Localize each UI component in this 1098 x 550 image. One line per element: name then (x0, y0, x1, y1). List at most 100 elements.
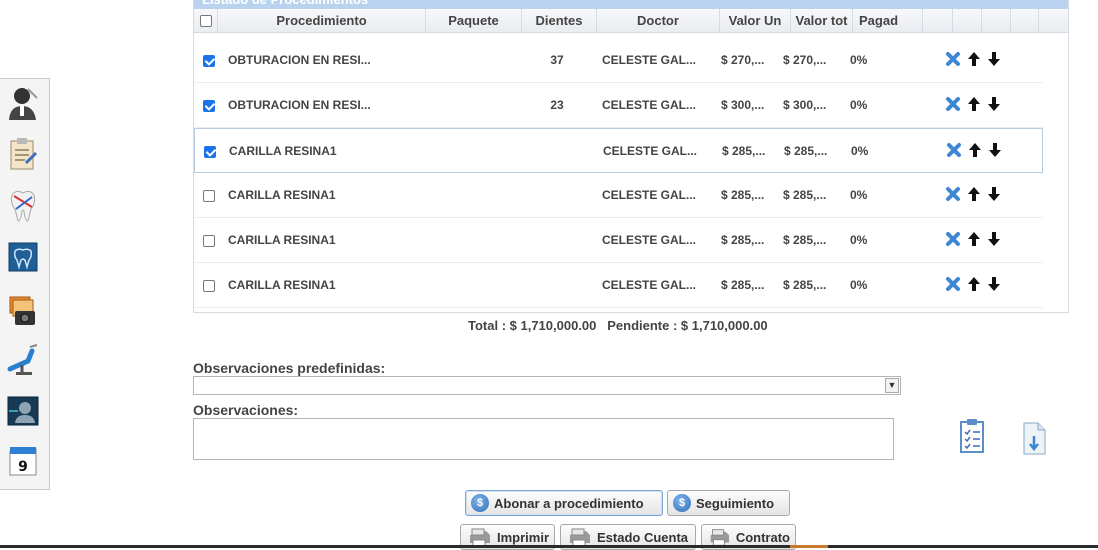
calendar-icon[interactable]: 9 (6, 443, 40, 479)
row-valor-tot: $ 285,... (783, 233, 827, 247)
observations-textarea[interactable] (193, 418, 894, 460)
row-valor-tot: $ 285,... (784, 144, 828, 158)
move-up-icon[interactable] (967, 231, 981, 247)
row-checkbox-cell (203, 263, 219, 308)
row-checkbox-cell (203, 173, 219, 218)
move-down-icon[interactable] (987, 51, 1001, 67)
row-checkbox-cell (203, 38, 219, 83)
move-down-icon[interactable] (987, 186, 1001, 202)
delete-icon[interactable] (945, 96, 961, 112)
row-doctor: CELESTE GAL... (602, 278, 697, 292)
totals-text: Total : $ 1,710,000.00 Pendiente : $ 1,7… (468, 318, 768, 333)
xray-icon[interactable] (6, 393, 40, 429)
row-doctor: CELESTE GAL... (602, 53, 697, 67)
row-valor-un: $ 285,... (722, 144, 766, 158)
delete-icon[interactable] (945, 276, 961, 292)
checklist-document-icon[interactable] (958, 418, 988, 459)
select-all-cell (194, 9, 218, 33)
download-document-icon[interactable] (1020, 420, 1050, 461)
col-paquete[interactable]: Paquete (426, 9, 522, 33)
col-valor-tot[interactable]: Valor tot (791, 9, 853, 33)
move-up-icon[interactable] (967, 276, 981, 292)
procedures-panel: Listado de Procedimientos Procedimiento … (193, 0, 1069, 313)
row-procedimiento: CARILLA RESINA1 (228, 278, 336, 292)
row-valor-tot: $ 300,... (783, 98, 827, 112)
table-row[interactable]: OBTURACION EN RESI... 23 CELESTE GAL... $ 3… (194, 83, 1043, 128)
table-row[interactable]: CARILLA RESINA1 CELESTE GAL... $ 285,... $ … (194, 263, 1043, 308)
delete-icon[interactable] (945, 186, 961, 202)
row-paquete (435, 129, 525, 174)
row-pagado: 0% (850, 98, 868, 112)
row-valor-un: $ 285,... (721, 278, 765, 292)
row-valor-tot: $ 285,... (783, 188, 827, 202)
col-procedimiento[interactable]: Procedimiento (218, 9, 426, 33)
delete-icon[interactable] (946, 142, 962, 158)
row-checkbox[interactable] (203, 189, 215, 202)
move-down-icon[interactable] (988, 142, 1002, 158)
row-dientes: 23 (550, 98, 564, 112)
row-procedimiento: CARILLA RESINA1 (229, 144, 337, 158)
move-down-icon[interactable] (987, 231, 1001, 247)
estado-cuenta-label: Estado Cuenta (597, 529, 689, 545)
row-actions (945, 276, 1001, 292)
row-checkbox[interactable] (203, 99, 215, 112)
table-row[interactable]: OBTURACION EN RESI... 37 CELESTE GAL... $ 2… (194, 38, 1043, 83)
row-checkbox[interactable] (203, 54, 215, 67)
row-valor-tot: $ 270,... (783, 53, 827, 67)
printer-icon (570, 528, 590, 547)
row-doctor: CELESTE GAL... (602, 188, 697, 202)
row-procedimiento: OBTURACION EN RESI... (228, 53, 371, 67)
row-actions (945, 51, 1001, 67)
abonar-procedimiento-button[interactable]: $ Abonar a procedimiento (465, 490, 663, 516)
row-checkbox-cell (203, 83, 219, 128)
col-doctor[interactable]: Doctor (597, 9, 720, 33)
row-checkbox[interactable] (203, 279, 215, 292)
dental-chart-icon[interactable] (6, 239, 40, 275)
predefined-observations-select[interactable]: ▼ (193, 376, 901, 395)
col-dientes[interactable]: Dientes (522, 9, 597, 33)
row-valor-tot: $ 285,... (783, 278, 827, 292)
row-paquete (434, 38, 524, 83)
row-checkbox[interactable] (204, 145, 216, 158)
printer-icon (469, 528, 490, 547)
move-down-icon[interactable] (987, 96, 1001, 112)
row-actions (945, 186, 1001, 202)
col-pagado[interactable]: Pagad (853, 9, 923, 33)
delete-icon[interactable] (945, 231, 961, 247)
move-up-icon[interactable] (967, 51, 981, 67)
printer-icon (710, 529, 729, 546)
move-up-icon[interactable] (967, 186, 981, 202)
row-dientes (537, 263, 577, 308)
row-checkbox[interactable] (203, 234, 215, 247)
row-pagado: 0% (850, 188, 868, 202)
coin-icon: $ (471, 494, 489, 512)
row-paquete (434, 83, 524, 128)
table-row[interactable]: CARILLA RESINA1 CELESTE GAL... $ 285,... $ … (194, 173, 1043, 218)
select-all-checkbox[interactable] (199, 15, 212, 27)
row-valor-un: $ 270,... (721, 53, 765, 67)
photo-camera-icon[interactable] (6, 293, 40, 329)
table-row[interactable]: CARILLA RESINA1 CELESTE GAL... $ 285,... $ … (194, 128, 1043, 173)
seguimiento-button[interactable]: $ Seguimiento (667, 490, 790, 516)
row-dientes (537, 173, 577, 218)
contrato-label: Contrato (735, 529, 790, 545)
delete-icon[interactable] (945, 51, 961, 67)
predefined-observations-label: Observaciones predefinidas: (193, 360, 386, 376)
row-valor-un: $ 285,... (721, 188, 765, 202)
dental-chair-icon[interactable] (6, 343, 40, 379)
row-pagado: 0% (850, 233, 868, 247)
doctor-icon[interactable] (6, 85, 40, 121)
panel-title: Listado de Procedimientos (194, 0, 1068, 9)
tooth-icon[interactable] (6, 187, 40, 223)
col-valor-un[interactable]: Valor Un (720, 9, 791, 33)
notes-icon[interactable] (6, 137, 40, 173)
move-down-icon[interactable] (987, 276, 1001, 292)
row-doctor: CELESTE GAL... (603, 144, 698, 158)
move-up-icon[interactable] (967, 96, 981, 112)
row-pagado: 0% (850, 278, 868, 292)
chevron-down-icon[interactable]: ▼ (885, 378, 899, 393)
row-dientes (538, 129, 578, 174)
move-up-icon[interactable] (968, 142, 982, 158)
table-row[interactable]: CARILLA RESINA1 CELESTE GAL... $ 285,... $ … (194, 218, 1043, 263)
row-actions (946, 142, 1002, 158)
